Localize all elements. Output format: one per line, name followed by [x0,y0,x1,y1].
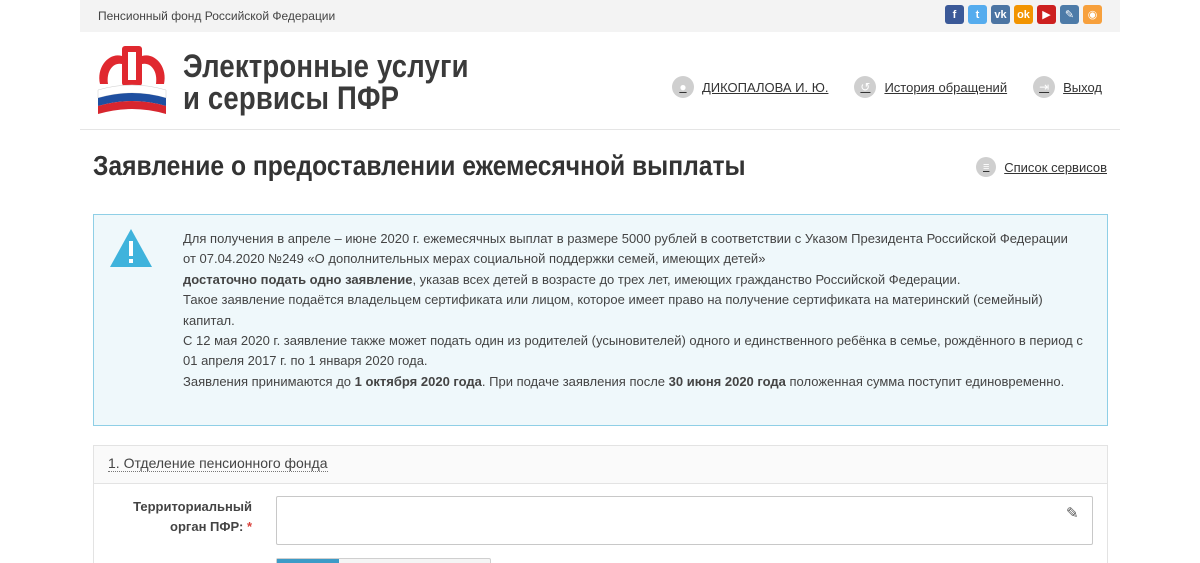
info-notice: Для получения в апреле – июне 2020 г. еж… [93,214,1108,426]
pencil-icon[interactable]: ✎ [1066,504,1079,522]
notice-paragraph-3: С 12 мая 2020 г. заявление также может п… [183,333,1083,369]
history-icon: ↺ [854,76,877,98]
user-profile-link[interactable]: ● ДИКОПАЛОВА И. Ю. [671,76,829,98]
required-mark: * [246,519,252,534]
brand-line-1: Электронные услуги [183,48,469,84]
vk-icon[interactable]: vk [991,5,1010,24]
history-link[interactable]: ↺ История обращений [854,76,1007,98]
social-links: f t vk ok ▶ ✎ ◉ [945,5,1102,24]
twitter-icon[interactable]: t [968,5,987,24]
logout-label: Выход [1063,79,1102,95]
notice-paragraph-1: Для получения в апреле – июне 2020 г. еж… [183,231,1068,287]
section-pension-office: 1. Отделение пенсионного фонда Территори… [93,445,1108,563]
user-name: ДИКОПАЛОВА И. Ю. [701,79,829,95]
rss-icon[interactable]: ◉ [1083,5,1102,24]
section-title: 1. Отделение пенсионного фонда [108,455,328,472]
deadline-date: 1 октября 2020 года [354,373,482,389]
brand-line-2: и сервисы ПФР [183,80,400,116]
notice-paragraph-2: Такое заявление подаётся владельцем серт… [183,292,1043,328]
list-icon: ≡ [976,157,997,177]
territorial-office-input[interactable] [276,496,1093,545]
facebook-icon[interactable]: f [945,5,964,24]
brand-title: Электронные услуги и сервисы ПФР [183,50,469,114]
logout-link[interactable]: ⇥ Выход [1033,76,1102,98]
user-icon: ● [671,76,694,98]
services-list-link[interactable]: ≡ Список сервисов [976,157,1107,177]
odnoklassniki-icon[interactable]: ok [1014,5,1033,24]
tab-strip-active[interactable] [277,559,339,563]
cutoff-date: 30 июня 2020 года [668,373,786,389]
logout-icon: ⇥ [1033,76,1056,98]
livejournal-icon[interactable]: ✎ [1060,5,1079,24]
notice-emphasis: достаточно подать одно заявление [183,271,413,287]
youtube-icon[interactable]: ▶ [1037,5,1056,24]
notice-paragraph-4: Заявления принимаются до 1 октября 2020 … [183,373,1065,389]
page-title: Заявление о предоставлении ежемесячной в… [93,150,746,181]
notice-text: Для получения в апреле – июне 2020 г. еж… [183,229,1083,392]
header-nav: ● ДИКОПАЛОВА И. Ю. ↺ История обращений ⇥… [646,76,1102,98]
section-header[interactable]: 1. Отделение пенсионного фонда [94,446,1107,484]
tab-strip[interactable] [276,558,491,563]
warning-icon [110,229,152,267]
site-owner-title: Пенсионный фонд Российской Федерации [98,9,336,23]
pfr-logo[interactable] [92,40,172,120]
territorial-office-label: Территориальный орган ПФР: * [133,499,252,534]
history-label: История обращений [884,79,1008,95]
services-list-label: Список сервисов [1004,159,1107,175]
top-bar: Пенсионный фонд Российской Федерации ftv… [80,0,1120,32]
header: Электронные услуги и сервисы ПФР ● ДИКОП… [80,32,1120,130]
